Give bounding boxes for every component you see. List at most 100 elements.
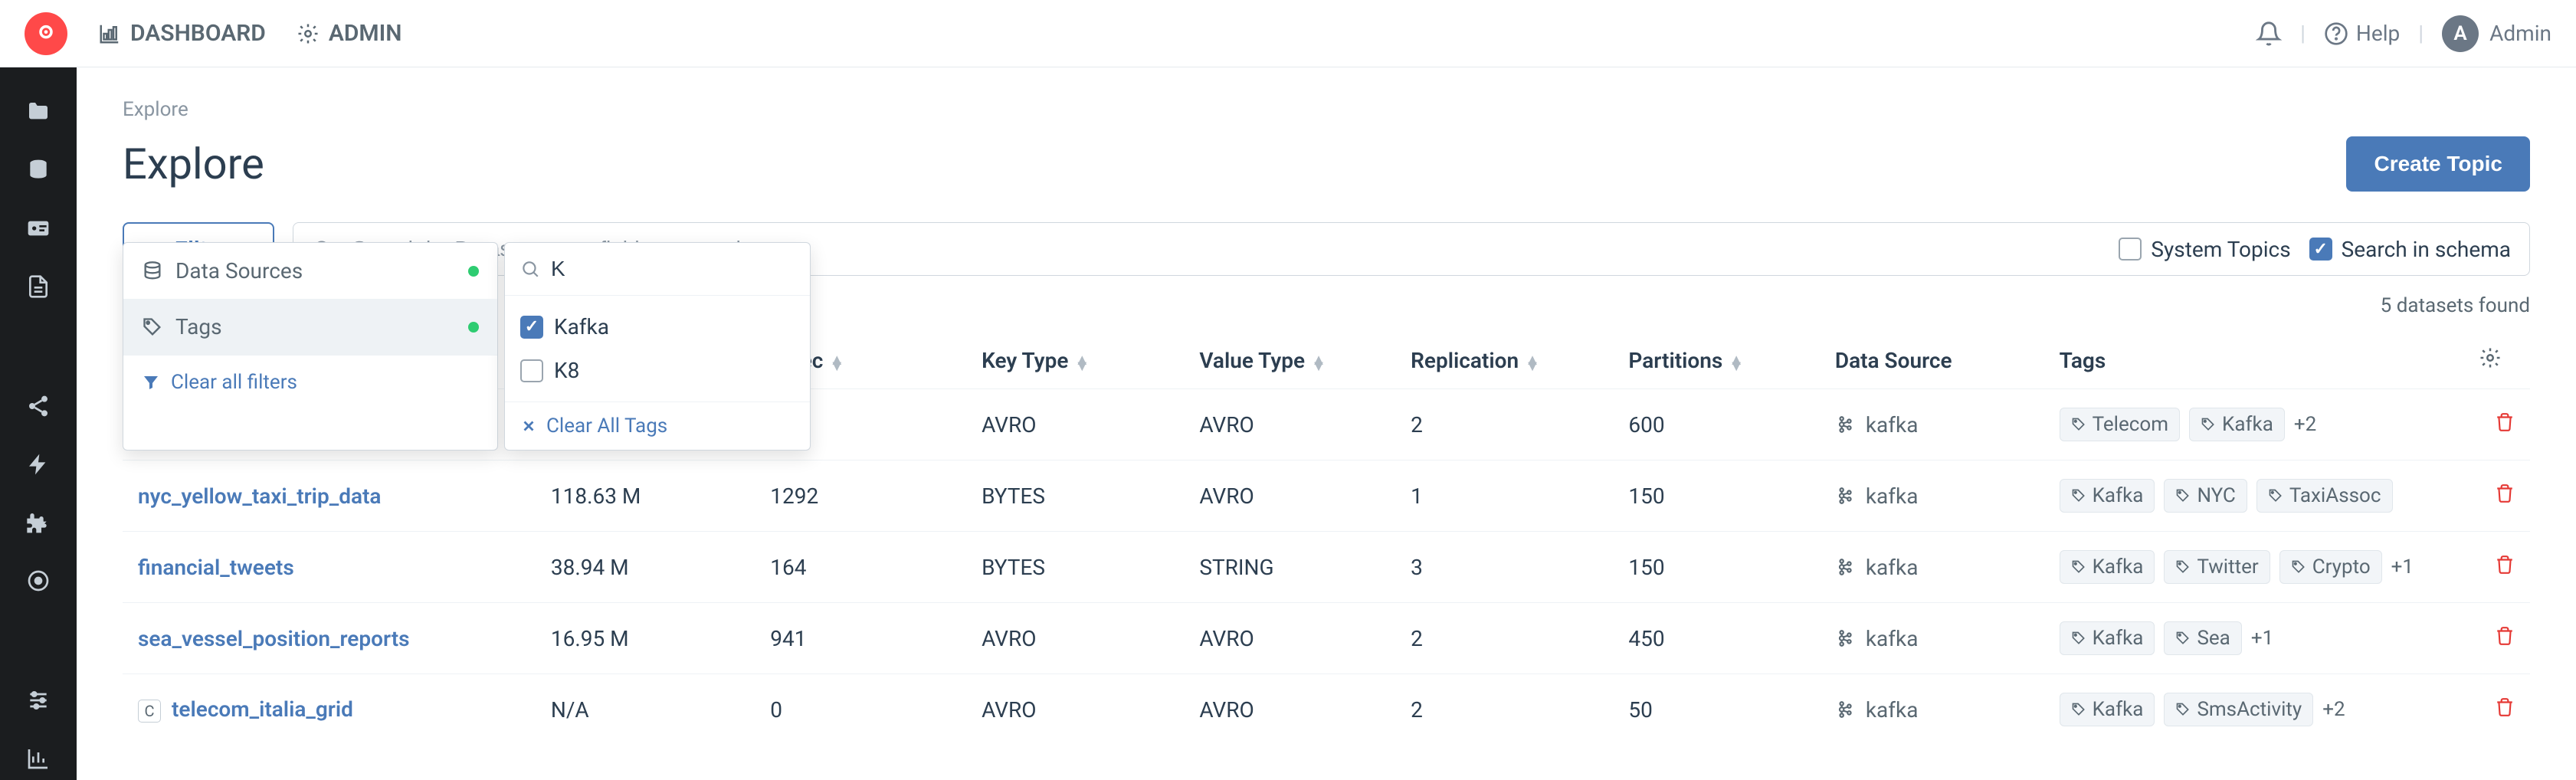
delete-button[interactable] bbox=[2495, 483, 2515, 509]
tag-icon bbox=[2071, 488, 2086, 503]
filter-tags-options: Kafka K8 bbox=[505, 296, 810, 401]
tag[interactable]: Twitter bbox=[2164, 550, 2270, 584]
page-head: Explore Create Topic bbox=[123, 136, 2530, 192]
clear-all-filters-label: Clear all filters bbox=[171, 371, 297, 394]
separator: | bbox=[2300, 21, 2306, 46]
help-link[interactable]: Help bbox=[2324, 21, 2400, 46]
col-header-label: Key Type bbox=[982, 348, 1068, 373]
col-header-key[interactable]: Key Type▲▼ bbox=[966, 333, 1184, 389]
tag[interactable]: Kafka bbox=[2189, 408, 2285, 441]
sidebar-item-plugin[interactable] bbox=[0, 501, 77, 544]
delete-button[interactable] bbox=[2495, 555, 2515, 580]
system-topics-checkbox[interactable]: System Topics bbox=[2119, 237, 2290, 262]
clear-all-filters-button[interactable]: Clear all filters bbox=[123, 355, 497, 409]
tag-icon bbox=[2175, 631, 2191, 646]
cell-key: AVRO bbox=[966, 389, 1184, 460]
dataset-link[interactable]: sea_vessel_position_reports bbox=[138, 626, 410, 651]
clear-all-tags-button[interactable]: Clear All Tags bbox=[505, 401, 810, 450]
col-header-rep[interactable]: Replication ▲▼ bbox=[1395, 333, 1613, 389]
sidebar-item-target[interactable] bbox=[0, 559, 77, 602]
sort-icon: ▲▼ bbox=[1311, 356, 1326, 369]
cell-msgs: 941 bbox=[755, 603, 966, 674]
filter-option-kafka[interactable]: Kafka bbox=[505, 305, 810, 349]
tag[interactable]: TaxiAssoc bbox=[2256, 479, 2393, 513]
create-topic-button[interactable]: Create Topic bbox=[2346, 136, 2530, 192]
filter-tags-panel: 1 Kafka K8 Clear All Tags bbox=[504, 242, 811, 451]
table-row: Ctelecom_italia_gridN/A0AVROAVRO250kafka… bbox=[123, 674, 2530, 746]
col-header-label: Replication bbox=[1411, 348, 1519, 373]
filter-option-k8[interactable]: K8 bbox=[505, 349, 810, 392]
filter-categories-panel: Data Sources Tags Clear all filters bbox=[123, 242, 498, 451]
avatar: A bbox=[2442, 15, 2479, 52]
delete-button[interactable] bbox=[2495, 697, 2515, 723]
sidebar-item-analytics[interactable] bbox=[0, 737, 77, 780]
database-icon bbox=[142, 261, 163, 282]
kafka-icon bbox=[1835, 700, 1855, 719]
checkbox-icon bbox=[2309, 238, 2332, 261]
sidebar-item-share[interactable] bbox=[0, 385, 77, 428]
tag[interactable]: Sea bbox=[2164, 621, 2241, 655]
nav-admin[interactable]: ADMIN bbox=[297, 20, 402, 47]
clear-all-tags-label: Clear All Tags bbox=[546, 415, 667, 438]
col-header-val[interactable]: Value Type▲▼ bbox=[1184, 333, 1395, 389]
filter-category-tags[interactable]: Tags bbox=[123, 299, 497, 355]
delete-button[interactable] bbox=[2495, 626, 2515, 651]
cell-msgs: 0 bbox=[755, 674, 966, 746]
sidebar-item-sliders[interactable] bbox=[0, 679, 77, 722]
cell-records: 16.95 M bbox=[536, 603, 755, 674]
filter-dropdown: Data Sources Tags Clear all filters bbox=[123, 242, 811, 451]
chart-icon bbox=[98, 22, 121, 45]
tag-icon bbox=[2268, 488, 2283, 503]
filter-icon bbox=[142, 373, 160, 392]
dataset-link[interactable]: telecom_italia_grid bbox=[172, 696, 353, 722]
table-row: financial_tweets38.94 M164BYTESSTRING315… bbox=[123, 532, 2530, 603]
tags: Kafka Twitter Crypto +1 bbox=[2060, 550, 2448, 584]
gear-icon bbox=[297, 22, 320, 45]
sidebar-item-card[interactable] bbox=[0, 207, 77, 250]
filter-category-data-sources[interactable]: Data Sources bbox=[123, 243, 497, 299]
user-menu[interactable]: A Admin bbox=[2442, 15, 2551, 52]
data-source: kafka bbox=[1835, 697, 2029, 723]
close-icon bbox=[520, 418, 537, 434]
trash-icon bbox=[2495, 697, 2515, 717]
tag[interactable]: SmsActivity bbox=[2164, 693, 2313, 726]
more-tags[interactable]: +1 bbox=[2251, 627, 2273, 650]
tag[interactable]: Crypto bbox=[2279, 550, 2382, 584]
search-schema-checkbox[interactable]: Search in schema bbox=[2309, 237, 2511, 262]
sidebar-item-database[interactable] bbox=[0, 149, 77, 192]
sort-icon: ▲▼ bbox=[1525, 356, 1540, 369]
tag[interactable]: Kafka bbox=[2060, 479, 2155, 513]
tag-icon bbox=[2071, 631, 2086, 646]
nav-admin-label: ADMIN bbox=[329, 20, 402, 47]
nav-dashboard[interactable]: DASHBOARD bbox=[98, 20, 266, 47]
sidebar-item-bolt[interactable] bbox=[0, 443, 77, 486]
filter-option-label: Kafka bbox=[554, 314, 609, 339]
col-header-part[interactable]: Partitions▲▼ bbox=[1613, 333, 1819, 389]
more-tags[interactable]: +2 bbox=[2322, 698, 2345, 721]
bar-chart-icon bbox=[26, 746, 51, 771]
target-icon bbox=[26, 569, 51, 593]
sidebar-item-doc[interactable] bbox=[0, 265, 77, 308]
cell-msgs: 164 bbox=[755, 532, 966, 603]
delete-button[interactable] bbox=[2495, 412, 2515, 438]
help-icon bbox=[2324, 21, 2348, 46]
col-header-settings[interactable] bbox=[2463, 333, 2530, 389]
breadcrumb[interactable]: Explore bbox=[123, 98, 2530, 121]
tags: Kafka SmsActivity +2 bbox=[2060, 693, 2448, 726]
bell-icon[interactable] bbox=[2256, 21, 2282, 47]
tag[interactable]: NYC bbox=[2164, 479, 2247, 513]
logo[interactable] bbox=[25, 12, 67, 55]
more-tags[interactable]: +1 bbox=[2391, 556, 2414, 578]
cell-val: AVRO bbox=[1184, 603, 1395, 674]
col-header-ds: Data Source bbox=[1820, 333, 2044, 389]
tag[interactable]: Kafka bbox=[2060, 693, 2155, 726]
filter-tags-search-input[interactable] bbox=[551, 257, 811, 281]
tag[interactable]: Telecom bbox=[2060, 408, 2180, 441]
tag[interactable]: Kafka bbox=[2060, 621, 2155, 655]
sidebar-item-folder[interactable] bbox=[0, 90, 77, 133]
dataset-link[interactable]: financial_tweets bbox=[138, 555, 294, 580]
more-tags[interactable]: +2 bbox=[2294, 413, 2316, 436]
cell-records: 38.94 M bbox=[536, 532, 755, 603]
tag[interactable]: Kafka bbox=[2060, 550, 2155, 584]
dataset-link[interactable]: nyc_yellow_taxi_trip_data bbox=[138, 483, 381, 509]
